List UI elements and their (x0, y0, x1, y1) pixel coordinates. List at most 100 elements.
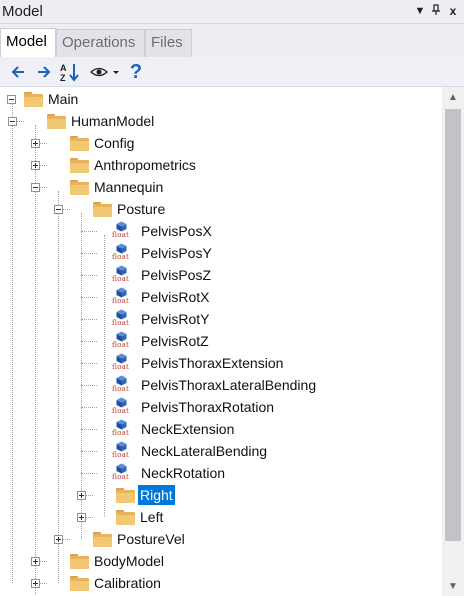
expand-toggle[interactable] (31, 139, 40, 148)
vertical-scrollbar[interactable]: ▲ ▼ (442, 87, 464, 596)
folder-icon (47, 113, 66, 129)
help-icon[interactable]: ? (126, 61, 146, 83)
float-type-tag: float (112, 275, 130, 283)
tree-item-label: PelvisPosX (141, 223, 212, 239)
scroll-up-icon[interactable]: ▲ (442, 87, 464, 107)
float-type-tag: float (112, 341, 130, 349)
expand-toggle[interactable] (77, 513, 86, 522)
tree-item-posture[interactable]: Posture (93, 198, 167, 220)
float-variable-icon: float (112, 331, 136, 351)
tree-item-label: PelvisPosY (141, 245, 212, 261)
tree-item-label: Right (138, 485, 175, 505)
close-icon[interactable]: x (447, 4, 459, 18)
tree-item-label: NeckRotation (141, 465, 226, 481)
tree-item-neckextension[interactable]: float NeckExtension (112, 418, 236, 440)
tree-item-pelvisrotz[interactable]: float PelvisRotZ (112, 330, 211, 352)
tree-line (81, 319, 97, 320)
tree-item-pelvisthoraxlateralbending[interactable]: float PelvisThoraxLateralBending (112, 374, 318, 396)
tree-line (58, 191, 59, 583)
tree-item-label: Anthropometrics (94, 157, 196, 173)
panel-titlebar: Model ▼ x (0, 0, 464, 24)
dropdown-icon[interactable]: ▼ (414, 4, 426, 18)
tree-item-anthropometrics[interactable]: Anthropometrics (70, 154, 198, 176)
tree-item-label: PelvisRotZ (141, 333, 209, 349)
tree-line (104, 235, 105, 517)
folder-icon (70, 553, 89, 569)
tab-strip: Model Operations Files (0, 24, 464, 57)
float-variable-icon: float (112, 397, 136, 417)
tree-item-left[interactable]: Left (116, 506, 165, 528)
float-variable-icon: float (112, 375, 136, 395)
tree-item-pelvisthoraxrotation[interactable]: float PelvisThoraxRotation (112, 396, 276, 418)
tree-item-pelvisroty[interactable]: float PelvisRotY (112, 308, 211, 330)
collapse-toggle[interactable] (7, 95, 16, 104)
tree-line (81, 231, 97, 232)
tab-files[interactable]: Files (145, 29, 192, 57)
float-type-tag: float (112, 363, 130, 371)
tab-model[interactable]: Model (0, 28, 56, 57)
tree-item-pelvisposx[interactable]: float PelvisPosX (112, 220, 214, 242)
svg-text:Z: Z (60, 73, 66, 82)
float-type-tag: float (112, 429, 130, 437)
tree-item-humanmodel[interactable]: HumanModel (47, 110, 156, 132)
tree-line (81, 451, 97, 452)
sort-az-icon[interactable]: AZ (58, 61, 82, 83)
tree-item-pelvisposy[interactable]: float PelvisPosY (112, 242, 214, 264)
scroll-down-icon[interactable]: ▼ (442, 576, 464, 596)
tree-line (12, 103, 13, 583)
pin-icon[interactable] (430, 4, 442, 20)
float-variable-icon: float (112, 309, 136, 329)
back-arrow-icon[interactable] (8, 61, 28, 83)
tab-operations[interactable]: Operations (56, 29, 145, 57)
tree-item-calibration[interactable]: Calibration (70, 572, 163, 594)
folder-icon (70, 135, 89, 151)
tree-item-label: PelvisRotX (141, 289, 210, 305)
collapse-toggle[interactable] (31, 183, 40, 192)
svg-text:A: A (60, 63, 67, 73)
tree-item-label: PelvisThoraxLateralBending (141, 377, 317, 393)
tree-line (81, 363, 97, 364)
tree-item-posturevel[interactable]: PostureVel (93, 528, 187, 550)
scrollbar-thumb[interactable] (445, 109, 461, 541)
tree-item-pelvisthoraxextension[interactable]: float PelvisThoraxExtension (112, 352, 285, 374)
tree-item-label: PelvisRotY (141, 311, 210, 327)
tree-line (81, 407, 97, 408)
tree-item-neckrotation[interactable]: float NeckRotation (112, 462, 227, 484)
eye-icon[interactable] (88, 61, 122, 83)
folder-icon (93, 531, 112, 547)
tree-item-config[interactable]: Config (70, 132, 136, 154)
float-type-tag: float (112, 473, 130, 481)
expand-toggle[interactable] (54, 535, 63, 544)
tree-item-label: HumanModel (71, 113, 155, 129)
expand-toggle[interactable] (31, 579, 40, 588)
expand-toggle[interactable] (31, 557, 40, 566)
forward-arrow-icon[interactable] (34, 61, 54, 83)
tree-item-necklateralbending[interactable]: float NeckLateralBending (112, 440, 269, 462)
collapse-toggle[interactable] (54, 205, 63, 214)
tree-line (81, 385, 97, 386)
folder-icon (24, 91, 43, 107)
expand-toggle[interactable] (77, 491, 86, 500)
tree-item-pelvisposz[interactable]: float PelvisPosZ (112, 264, 213, 286)
float-variable-icon: float (112, 243, 136, 263)
float-type-tag: float (112, 319, 130, 327)
expand-toggle[interactable] (31, 161, 40, 170)
tree-item-label: Posture (117, 201, 166, 217)
float-variable-icon: float (112, 441, 136, 461)
tree-item-label: PelvisPosZ (141, 267, 212, 283)
model-tree: Main HumanModel Config Anthropometrics Manne… (0, 87, 442, 596)
tree-item-mannequin[interactable]: Mannequin (70, 176, 165, 198)
tree-item-right[interactable]: Right (116, 484, 175, 506)
collapse-toggle[interactable] (8, 117, 17, 126)
tree-item-pelvisrotx[interactable]: float PelvisRotX (112, 286, 211, 308)
tree-item-bodymodel[interactable]: BodyModel (70, 550, 166, 572)
float-variable-icon: float (112, 287, 136, 307)
float-variable-icon: float (112, 265, 136, 285)
tree-item-label: Calibration (94, 575, 161, 591)
float-variable-icon: float (112, 353, 136, 373)
float-type-tag: float (112, 253, 130, 261)
tree-item-label: Left (140, 509, 164, 525)
folder-icon (70, 179, 89, 195)
tree-item-main[interactable]: Main (24, 88, 80, 110)
float-variable-icon: float (112, 221, 136, 241)
